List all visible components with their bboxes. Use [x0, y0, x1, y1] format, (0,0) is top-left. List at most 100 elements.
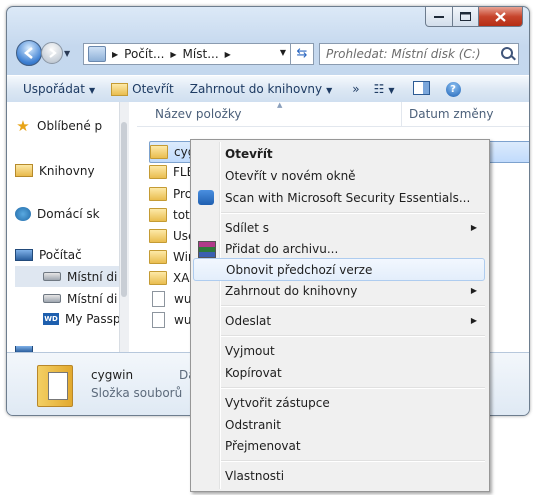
menu-item-label: Obnovit předchozí verze	[226, 262, 373, 277]
column-header-name[interactable]: Název položky	[155, 107, 241, 121]
refresh-icon: ⇆	[296, 46, 308, 61]
caption-buttons	[425, 7, 523, 27]
breadcrumb-separator-icon[interactable]: ▶	[170, 50, 176, 59]
folder-icon	[149, 271, 167, 285]
library-icon	[15, 164, 33, 177]
file-icon	[152, 291, 165, 307]
minimize-button[interactable]	[425, 7, 453, 27]
file-icon	[152, 312, 165, 328]
menu-item-rename[interactable]: Přejmenovat	[193, 435, 485, 456]
nav-local-disk-d[interactable]: Místní di	[15, 288, 127, 309]
menu-item-delete[interactable]: Odstranit	[193, 414, 485, 435]
nav-libraries[interactable]: Knihovny	[15, 160, 127, 181]
nav-computer-label: Počítač	[39, 247, 82, 262]
nav-local-disk-c-label: Místní di	[67, 269, 118, 284]
details-name: cygwin	[91, 368, 134, 382]
submenu-arrow-icon: ▶	[470, 286, 477, 295]
scrollbar-thumb[interactable]	[121, 122, 127, 297]
include-in-library-button[interactable]: Zahrnout do knihovny ▼	[190, 82, 333, 96]
navigation-pane: ★ Oblíbené p Knihovny Domácí sk Počítač …	[15, 102, 127, 352]
forward-button[interactable]	[41, 42, 63, 64]
menu-item-properties[interactable]: Vlastnosti	[193, 465, 485, 486]
breadcrumb-separator-icon[interactable]: ▶	[225, 50, 231, 59]
wd-drive-icon: WD	[43, 312, 59, 325]
search-input[interactable]: Prohledat: Místní disk (C:)	[319, 43, 519, 65]
drive-icon	[43, 272, 61, 281]
maximize-button[interactable]	[453, 7, 479, 27]
refresh-button[interactable]: ⇆	[290, 43, 314, 65]
organize-button[interactable]: Uspořádat ▼	[23, 82, 95, 96]
navigation-bar: ▼ ▶ Počít... ▶ Míst... ▶ ▼ ⇆ Prohledat: …	[7, 37, 529, 71]
nav-libraries-label: Knihovny	[39, 163, 95, 178]
close-button[interactable]	[479, 7, 523, 27]
preview-pane-icon	[412, 80, 430, 95]
folder-icon	[149, 250, 167, 264]
security-essentials-icon	[198, 190, 214, 205]
folder-page-icon	[48, 372, 68, 400]
menu-item-label: Odeslat	[225, 313, 272, 328]
chevron-down-icon: ▼	[88, 86, 96, 95]
search-icon	[501, 47, 513, 59]
chevron-down-icon: ▼	[326, 86, 333, 95]
menu-item-label: Zahrnout do knihovny	[225, 283, 358, 298]
menu-item-open[interactable]: Otevřít	[193, 143, 485, 164]
nav-homegroup-label: Domácí sk	[37, 206, 100, 221]
menu-item-label: Vyjmout	[225, 343, 275, 358]
include-label: Zahrnout do knihovny	[189, 82, 323, 96]
menu-item-label: Sdílet s	[225, 220, 270, 235]
recent-pages-chevron-down-icon[interactable]: ▼	[64, 49, 70, 58]
star-icon: ★	[16, 116, 30, 135]
menu-item-send-to[interactable]: Odeslat ▶	[193, 310, 485, 331]
nav-local-disk-d-label: Místní di	[67, 291, 118, 306]
breadcrumb-computer[interactable]: Počít...	[124, 47, 164, 61]
open-folder-icon	[111, 82, 129, 96]
column-divider[interactable]	[401, 102, 402, 126]
menu-item-label: Vytvořit zástupce	[225, 395, 330, 410]
menu-item-share-with[interactable]: Sdílet s ▶	[193, 217, 485, 238]
menu-item-label: Přejmenovat	[225, 438, 301, 453]
open-button[interactable]: Otevřít	[111, 82, 174, 96]
address-chevron-down-icon[interactable]: ▼	[280, 48, 286, 57]
details-type: Složka souborů	[91, 386, 183, 400]
menu-item-label: Přidat do archivu...	[225, 241, 339, 256]
open-label: Otevřít	[132, 82, 174, 96]
menu-item-label: Scan with Microsoft Security Essentials.…	[225, 190, 471, 205]
menu-item-include-in-library[interactable]: Zahrnout do knihovny ▶	[193, 280, 485, 301]
help-button[interactable]: ?	[445, 81, 461, 97]
breadcrumb-local-disk[interactable]: Míst...	[183, 47, 219, 61]
back-button[interactable]	[16, 40, 42, 66]
menu-item-scan[interactable]: Scan with Microsoft Security Essentials.…	[193, 187, 485, 208]
menu-item-copy[interactable]: Kopírovat	[193, 362, 485, 383]
menu-item-label: Otevřít v novém okně	[225, 168, 356, 183]
menu-item-restore-previous-versions[interactable]: Obnovit předchozí verze	[193, 258, 485, 281]
nav-scrollbar[interactable]	[119, 102, 129, 352]
address-bar[interactable]: ▶ Počít... ▶ Míst... ▶ ▼	[83, 43, 291, 65]
menu-separator	[221, 387, 485, 389]
column-header-date[interactable]: Datum změny	[409, 107, 494, 121]
views-button[interactable]: ☷ ▼	[374, 82, 395, 96]
nav-computer[interactable]: Počítač	[15, 244, 127, 265]
computer-icon	[15, 248, 33, 261]
nav-homegroup[interactable]: Domácí sk	[15, 203, 127, 224]
folder-icon	[149, 208, 167, 222]
more-commands-button[interactable]: »	[352, 82, 359, 96]
nav-favorites[interactable]: ★ Oblíbené p	[15, 115, 127, 136]
folder-icon	[149, 187, 167, 201]
menu-item-create-shortcut[interactable]: Vytvořit zástupce	[193, 392, 485, 413]
sort-ascending-icon: ▲	[277, 101, 283, 109]
arrow-left-icon	[24, 47, 33, 59]
menu-separator	[221, 212, 485, 214]
menu-item-label: Odstranit	[225, 417, 281, 432]
help-icon: ?	[445, 82, 461, 97]
nav-my-passport[interactable]: WD My Passp	[15, 308, 127, 329]
menu-item-open-new-window[interactable]: Otevřít v novém okně	[193, 165, 485, 186]
folder-icon	[149, 165, 167, 179]
nav-local-disk-c[interactable]: Místní di	[15, 266, 127, 287]
drive-icon	[43, 294, 61, 303]
menu-item-add-to-archive[interactable]: Přidat do archivu...	[193, 238, 485, 259]
breadcrumb-separator-icon[interactable]: ▶	[112, 50, 118, 59]
preview-pane-button[interactable]	[412, 80, 430, 98]
submenu-arrow-icon: ▶	[470, 223, 477, 232]
menu-item-cut[interactable]: Vyjmout	[193, 340, 485, 361]
close-icon	[495, 11, 506, 22]
